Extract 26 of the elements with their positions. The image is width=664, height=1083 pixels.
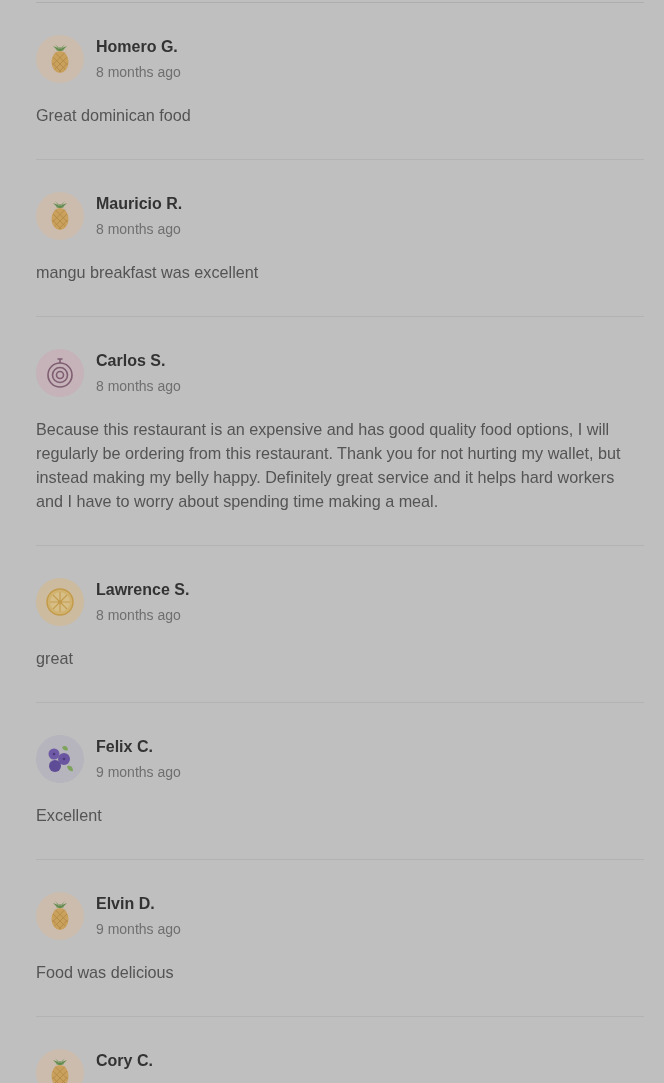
review-time: 8 months ago (96, 220, 182, 239)
review-time: 9 months ago (96, 763, 181, 782)
review-text: Because this restaurant is an expensive and has good quality food options, I will regularly be ordering from this restaurant. Thank you for not hurting my wallet, but instead making my belly happy. Definitely great service and it helps hard workers and I have to worry about spending time making a meal. (36, 419, 622, 512)
reviewer-name: Lawrence S. (96, 580, 190, 600)
review-time: 8 months ago (96, 377, 181, 396)
review-text: Food was delicious (36, 962, 175, 983)
reviewer-name: Elvin D. (96, 894, 156, 914)
citrus-slice-icon (36, 578, 84, 626)
review-time: 8 months ago (96, 63, 181, 82)
pineapple-icon (36, 1049, 84, 1083)
reviewer-name: Carlos S. (96, 351, 167, 371)
blueberries-icon (36, 735, 84, 783)
review-text: mangu breakfast was excellent (36, 262, 260, 283)
pineapple-icon (36, 192, 84, 240)
review-text: Great dominican food (36, 105, 192, 126)
review-time: 8 months ago (96, 606, 182, 625)
review-text: great (36, 648, 74, 669)
reviewer-name: Homero G. (96, 37, 179, 57)
review-text: Excellent (36, 805, 103, 826)
pineapple-icon (36, 35, 84, 83)
review-time: 9 months ago (96, 920, 181, 939)
pineapple-icon (36, 892, 84, 940)
reviewer-name: Mauricio R. (96, 194, 183, 214)
reviewer-name: Felix C. (96, 737, 154, 757)
reviewer-name: Cory C. (96, 1051, 153, 1071)
onion-slice-icon (36, 349, 84, 397)
